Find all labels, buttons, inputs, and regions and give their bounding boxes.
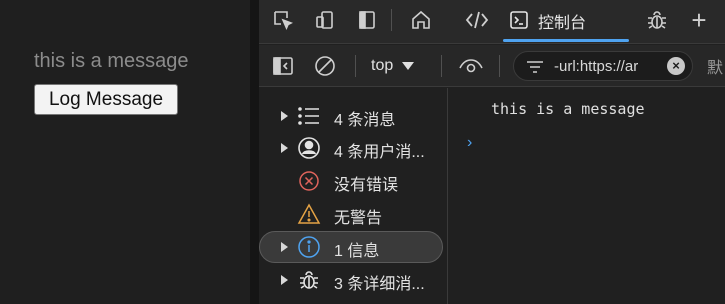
sidebar-item-errors[interactable]: 没有错误 [259,165,445,197]
inspect-element-icon[interactable] [267,6,299,34]
toolbar-separator [441,55,442,77]
sidebar-item-label: 1 信息 [334,243,380,260]
show-sidebar-icon[interactable] [269,53,297,79]
bug-icon[interactable] [641,6,673,34]
tab-console[interactable]: 控制台 [503,0,629,44]
expand-arrow-icon [281,275,288,285]
web-page: this is a message Log Message [0,0,250,304]
expand-arrow-icon [281,111,288,121]
console-icon [503,6,535,34]
page-message: this is a message [34,50,189,72]
context-value: top [371,57,394,74]
error-icon [297,169,321,193]
toolbar-separator [499,55,500,77]
console-output: this is a message › [449,88,725,304]
sidebar-item-user-messages[interactable]: 4 条用户消... [259,132,445,164]
toggle-drawer-icon[interactable] [351,6,383,34]
sidebar-item-label: 4 条消息 [334,112,396,129]
device-emulation-icon[interactable] [309,6,341,34]
sidebar-item-info[interactable]: 1 信息 [259,231,443,263]
bug-icon [297,268,321,292]
sidebar-item-warnings[interactable]: 无警告 [259,198,445,230]
default-levels-dropdown[interactable]: 默 [707,54,723,78]
context-selector[interactable]: top [371,53,415,79]
console-tab-label: 控制台 [538,15,587,32]
panel-splitter[interactable] [250,0,259,304]
filter-input[interactable]: -url:https://ar × [513,51,693,81]
console-sidebar: 4 条消息 4 条用户消... 没有错误 无警告 1 信息 3 条详细消... [259,88,448,304]
sidebar-item-label: 无警告 [334,210,383,227]
elements-code-icon[interactable] [461,6,493,34]
log-message-button[interactable]: Log Message [34,84,178,115]
info-icon [297,235,321,259]
filter-value: -url:https://ar [554,58,639,75]
console-prompt[interactable]: › [467,134,472,152]
sidebar-item-verbose[interactable]: 3 条详细消... [259,264,445,296]
tab-separator [391,9,392,31]
devtools-panel: 控制台 + top -url:https://ar × 默 4 条消息 4 条用… [259,0,725,304]
active-tab-indicator [503,39,629,42]
sidebar-item-label: 没有错误 [334,177,399,194]
dropdown-arrow-icon [402,62,415,70]
console-log-message: this is a message [491,100,645,118]
sidebar-item-messages[interactable]: 4 条消息 [259,100,445,132]
sidebar-item-label: 3 条详细消... [334,276,425,293]
expand-arrow-icon [281,242,288,252]
add-tab-icon[interactable]: + [683,5,715,35]
sidebar-item-label: 4 条用户消... [334,144,425,161]
clear-filter-icon[interactable]: × [667,57,685,75]
toolbar-separator [355,55,356,77]
welcome-home-icon[interactable] [405,6,437,34]
clear-console-icon[interactable] [311,53,339,79]
expand-arrow-icon [281,143,288,153]
warning-icon [297,202,321,226]
devtools-tab-bar: 控制台 + [259,0,725,44]
list-icon [297,104,321,128]
filter-icon [527,61,543,73]
console-toolbar: top -url:https://ar × 默 [259,45,725,87]
user-icon [297,136,321,160]
live-expression-eye-icon[interactable] [457,53,485,79]
